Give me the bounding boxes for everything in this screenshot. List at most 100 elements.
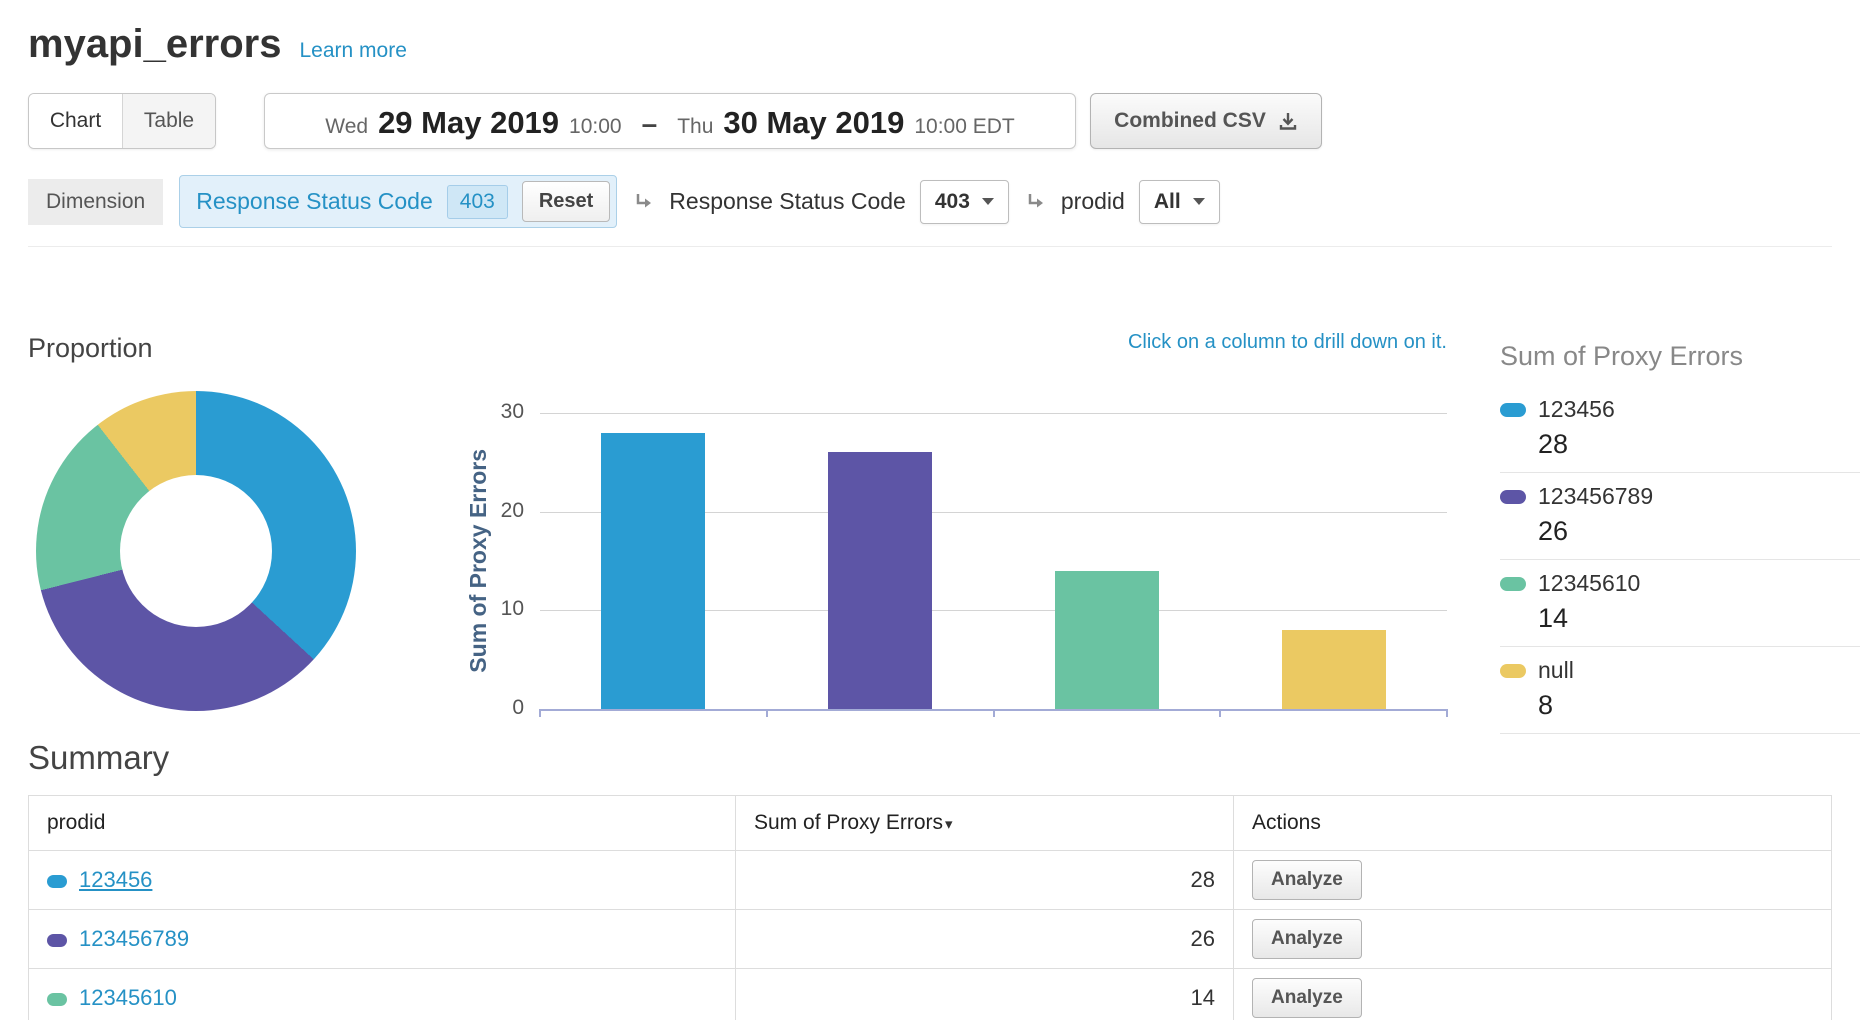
drilldown-arrow-icon [633, 191, 655, 213]
y-axis-label: Sum of Proxy Errors [465, 449, 492, 673]
column-header-sum[interactable]: Sum of Proxy Errors▾ [736, 796, 1234, 851]
legend-color-swatch [1500, 490, 1526, 504]
summary-table-body: 12345628Analyze12345678926Analyze1234561… [29, 851, 1832, 1020]
legend-entry-label: 123456789 [1538, 483, 1653, 510]
sum-cell: 26 [736, 910, 1234, 969]
legend-color-swatch [1500, 664, 1526, 678]
y-tick-label: 30 [482, 400, 524, 424]
legend-entry-value: 8 [1538, 690, 1860, 721]
end-date: 30 May 2019 [723, 105, 904, 141]
start-time: 10:00 [569, 115, 622, 139]
combined-csv-button[interactable]: Combined CSV [1090, 93, 1322, 149]
active-filter-value: 403 [447, 185, 508, 219]
prodid-selected-value: All [1154, 190, 1181, 214]
proportion-title: Proportion [28, 333, 153, 364]
column-header-actions: Actions [1234, 796, 1832, 851]
table-row: 123456 28 Analyze [29, 851, 1832, 910]
sum-cell: 14 [736, 969, 1234, 1020]
legend-entries: 123456 28 123456789 26 12345610 14 null 8 [1500, 386, 1860, 734]
donut-hole [120, 475, 272, 627]
bar-chart-plot: 0102030 [540, 413, 1447, 709]
bar-series [540, 413, 1447, 709]
actions-cell: Analyze [1234, 910, 1832, 969]
drilldown-status-code-label: Response Status Code [669, 188, 906, 215]
prodid-select[interactable]: All [1139, 180, 1220, 224]
chevron-down-icon [1193, 198, 1205, 205]
prodid-cell: 12345610 [29, 969, 736, 1020]
chart-legend: Sum of Proxy Errors 12345628123456789261… [1500, 341, 1860, 734]
drilldown-status-code: Response Status Code 403 [633, 180, 1009, 224]
sum-cell: 28 [736, 851, 1234, 910]
summary-title: Summary [28, 739, 1860, 777]
date-range-picker[interactable]: Wed 29 May 2019 10:00 – Thu 30 May 2019 … [264, 93, 1076, 149]
learn-more-link[interactable]: Learn more [299, 39, 406, 63]
analyze-button[interactable]: Analyze [1252, 919, 1362, 959]
end-time: 10:00 EDT [914, 115, 1014, 139]
prodid-link[interactable]: 12345610 [79, 985, 177, 1010]
active-filter: Response Status Code 403 Reset [179, 175, 617, 228]
bar[interactable] [828, 452, 932, 709]
download-icon [1278, 111, 1298, 131]
chevron-down-icon [982, 198, 994, 205]
table-row: 123456789 26 Analyze [29, 910, 1832, 969]
end-day: Thu [677, 115, 713, 139]
charts-area: Proportion Click on a column to drill do… [28, 331, 1860, 713]
bar[interactable] [1055, 571, 1159, 709]
combined-csv-label: Combined CSV [1114, 109, 1266, 133]
summary-table: prodid Sum of Proxy Errors▾ Actions 1234… [28, 795, 1832, 1020]
bar-column[interactable] [994, 413, 1221, 709]
legend-entry-label: 123456 [1538, 396, 1615, 423]
legend-entry-label: null [1538, 657, 1574, 684]
analyze-button[interactable]: Analyze [1252, 978, 1362, 1018]
start-date: 29 May 2019 [378, 105, 559, 141]
actions-cell: Analyze [1234, 969, 1832, 1020]
bar[interactable] [1282, 630, 1386, 709]
analyze-button[interactable]: Analyze [1252, 860, 1362, 900]
legend-color-swatch [1500, 577, 1526, 591]
drilldown-prodid-label: prodid [1061, 188, 1125, 215]
filter-bar: Dimension Response Status Code 403 Reset… [28, 175, 1832, 247]
prodid-link[interactable]: 123456789 [79, 926, 189, 951]
drilldown-arrow-icon [1025, 191, 1047, 213]
start-day: Wed [325, 115, 368, 139]
status-code-select[interactable]: 403 [920, 180, 1009, 224]
prodid-cell: 123456789 [29, 910, 736, 969]
dimension-label: Dimension [28, 179, 163, 225]
analytics-page: myapi_errors Learn more Chart Table Wed … [0, 0, 1860, 1020]
y-tick-label: 10 [482, 597, 524, 621]
bar-column[interactable] [540, 413, 767, 709]
column-header-prodid: prodid [29, 796, 736, 851]
legend-entry: null 8 [1500, 647, 1860, 734]
date-range-separator: – [642, 108, 658, 140]
legend-entry: 123456 28 [1500, 386, 1860, 473]
donut-chart[interactable] [36, 391, 356, 711]
legend-entry-value: 28 [1538, 429, 1860, 460]
prodid-link[interactable]: 123456 [79, 867, 152, 892]
sort-desc-icon: ▾ [945, 816, 953, 833]
summary-table-header: prodid Sum of Proxy Errors▾ Actions [29, 796, 1832, 851]
table-row: 12345610 14 Analyze [29, 969, 1832, 1020]
legend-entry-value: 26 [1538, 516, 1860, 547]
legend-entry-value: 14 [1538, 603, 1860, 634]
y-tick-label: 20 [482, 499, 524, 523]
actions-cell: Analyze [1234, 851, 1832, 910]
tab-table[interactable]: Table [122, 94, 215, 148]
y-axis-label-wrap: Sum of Proxy Errors [458, 413, 498, 709]
prodid-color-swatch [47, 993, 67, 1006]
page-header: myapi_errors Learn more [28, 22, 1860, 67]
active-filter-name: Response Status Code [196, 188, 433, 215]
legend-entry-label: 12345610 [1538, 570, 1640, 597]
legend-color-swatch [1500, 403, 1526, 417]
legend-entry: 12345610 14 [1500, 560, 1860, 647]
bar-column[interactable] [1220, 413, 1447, 709]
reset-filter-button[interactable]: Reset [522, 181, 610, 222]
status-code-selected-value: 403 [935, 190, 970, 214]
prodid-color-swatch [47, 934, 67, 947]
page-title: myapi_errors [28, 22, 281, 67]
bar-column[interactable] [767, 413, 994, 709]
bar[interactable] [601, 433, 705, 709]
tab-chart[interactable]: Chart [29, 94, 122, 148]
drilldown-prodid: prodid All [1025, 180, 1220, 224]
prodid-color-swatch [47, 875, 67, 888]
prodid-cell: 123456 [29, 851, 736, 910]
